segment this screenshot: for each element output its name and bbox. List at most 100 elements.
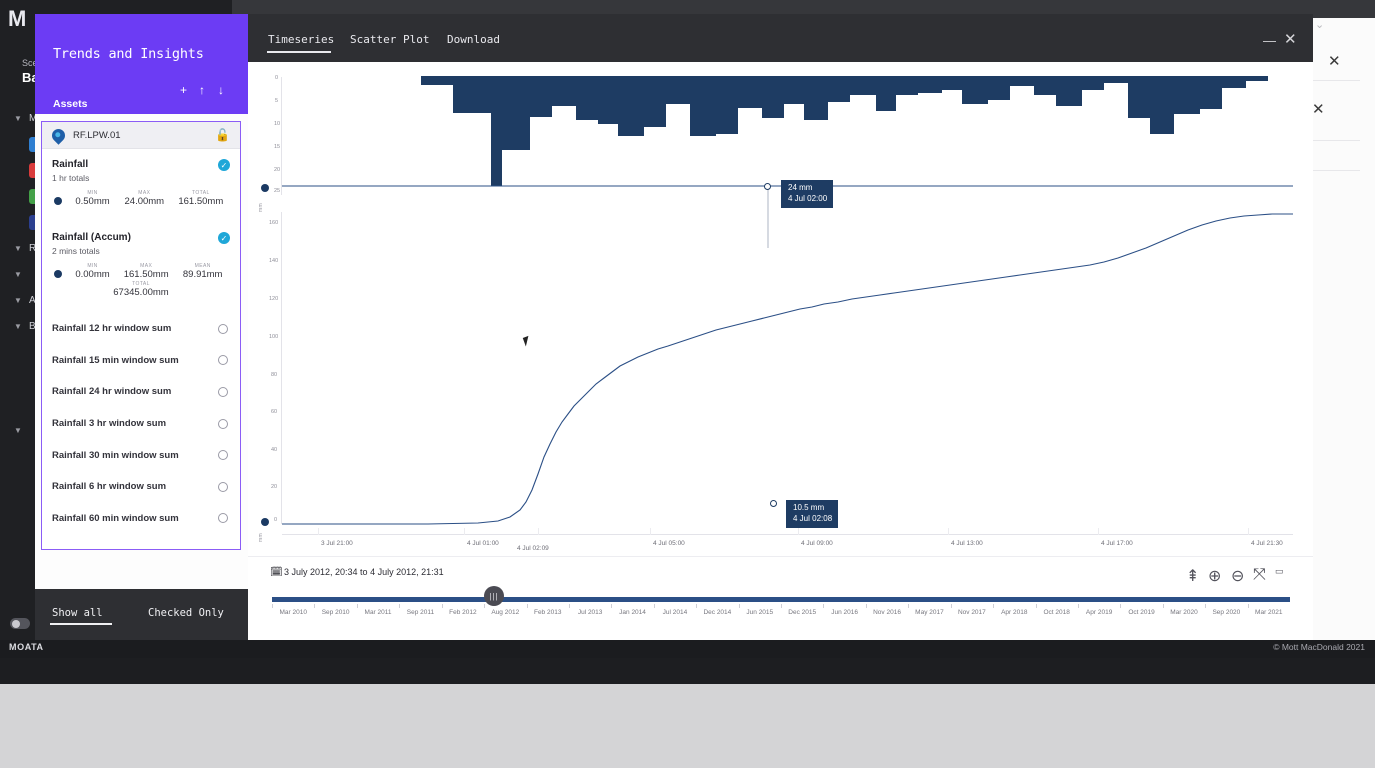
- stat-total: TOTAL 67345.00mm: [113, 281, 169, 298]
- timeline-label: May 2017: [915, 609, 944, 616]
- channel-rainfall-accum[interactable]: Rainfall (Accum) 2 mins totals ✓ MIN 0.0…: [42, 209, 240, 300]
- add-asset-button[interactable]: +: [180, 84, 187, 96]
- channel-stats: MIN 0.00mm MAX 161.50mm MEAN 89.91mm: [52, 263, 230, 280]
- unchecked-radio-icon[interactable]: [218, 450, 228, 461]
- series-color-dot: [54, 270, 62, 278]
- channel-subtitle: 2 mins totals: [52, 246, 100, 256]
- tab-timeseries[interactable]: Timeseries: [268, 33, 334, 46]
- timeline-label: Oct 2018: [1043, 609, 1070, 616]
- move-down-button[interactable]: ↓: [218, 84, 224, 96]
- pin-icon[interactable]: ⇞: [1186, 566, 1199, 586]
- show-all-button[interactable]: Show all: [52, 607, 103, 619]
- timeline-tick: [696, 604, 698, 608]
- x-grid-tick: [318, 528, 319, 535]
- zoom-in-icon[interactable]: ⊕: [1208, 566, 1221, 586]
- background-close-icon-2[interactable]: ✕: [1312, 100, 1325, 118]
- unchecked-channel-label: Rainfall 12 hr window sum: [52, 323, 172, 335]
- date-range-label[interactable]: 3 July 2012, 20:34 to 4 July 2012, 21:31: [284, 567, 444, 577]
- chevron-down-icon: ▼: [14, 425, 22, 435]
- minimize-button[interactable]: —: [1263, 33, 1276, 48]
- accum-tooltip-time: 4 Jul 02:08: [793, 513, 833, 523]
- rainfall-bars: [421, 76, 1268, 186]
- timeline-tick: [1077, 604, 1079, 608]
- unchecked-channel-item[interactable]: Rainfall 30 min window sum: [42, 439, 240, 471]
- channel-subtitle: 1 hr totals: [52, 173, 90, 183]
- stat-min: MIN 0.50mm: [75, 190, 110, 207]
- x-grid-tick: [1248, 528, 1249, 535]
- assets-label: Assets: [53, 98, 88, 110]
- move-up-button[interactable]: ↑: [199, 84, 205, 96]
- unchecked-channel-item[interactable]: Rainfall 3 hr window sum: [42, 408, 240, 440]
- channel-checked-icon[interactable]: ✓: [218, 159, 230, 171]
- unchecked-radio-icon[interactable]: [218, 355, 228, 366]
- video-call-strip: S NT ☃ PM VC Graigan Panosot Nisanee Cha…: [0, 684, 1375, 768]
- timeline-tick: [1247, 604, 1249, 608]
- timeline-scrubber-track[interactable]: [272, 597, 1290, 602]
- timeline-label: Mar 2020: [1170, 609, 1198, 616]
- unchecked-channel-item[interactable]: Rainfall 24 hr window sum: [42, 376, 240, 408]
- timeline-tick: [441, 604, 443, 608]
- channel-title: Rainfall (Accum): [52, 232, 131, 243]
- stat-max: MAX 161.50mm: [123, 263, 169, 280]
- chevron-down-icon: ▼: [14, 295, 22, 305]
- unchecked-channel-label: Rainfall 60 min window sum: [52, 512, 179, 524]
- tab-scatter-plot[interactable]: Scatter Plot: [350, 33, 429, 46]
- bottom-tooltip-point: [770, 500, 777, 507]
- timeline-label: Apr 2018: [1001, 609, 1028, 616]
- timeline-label: Nov 2016: [873, 609, 901, 616]
- series-color-dot: [54, 197, 62, 205]
- unchecked-channel-label: Rainfall 30 min window sum: [52, 449, 179, 461]
- timeline-tick: [781, 604, 782, 608]
- chart-plot-area: [282, 76, 1293, 525]
- timeline-label: Sep 2010: [321, 609, 350, 616]
- stat-mean: MEAN 89.91mm: [182, 263, 223, 280]
- unchecked-radio-icon[interactable]: [218, 418, 228, 429]
- chart-panel: mm 0 5 10 15 20 25 mm 0 20 40 60 80 100 …: [248, 62, 1313, 556]
- timeline-label: Jun 2015: [746, 609, 774, 616]
- rainfall-tooltip: 24 mm 4 Jul 02:00: [781, 180, 834, 209]
- x-axis-tick: 4 Jul 05:00: [653, 540, 685, 547]
- asset-name: RF.LPW.01: [73, 129, 121, 141]
- zoom-out-icon[interactable]: ⊖: [1231, 566, 1244, 586]
- asset-card-header[interactable]: RF.LPW.01 🔓: [42, 122, 240, 149]
- unchecked-channel-item[interactable]: Rainfall 60 min window sum: [42, 503, 240, 535]
- close-button[interactable]: ✕: [1284, 30, 1297, 48]
- assets-sidebar: Trends and Insights Assets RF.LPW.01 🔓 R…: [35, 14, 248, 640]
- tab-download[interactable]: Download: [447, 33, 500, 46]
- timeline-tick: [993, 604, 995, 608]
- x-axis-tick-highlight: 4 Jul 02:09: [517, 545, 549, 552]
- checked-only-button[interactable]: Checked Only: [148, 607, 224, 619]
- timeline-tick: [1162, 604, 1164, 608]
- channel-checked-icon[interactable]: ✓: [218, 232, 230, 244]
- x-grid-tick: [948, 528, 949, 535]
- timeline-scrubber-handle[interactable]: |||: [484, 586, 504, 606]
- x-axis-tick: 4 Jul 13:00: [951, 540, 983, 547]
- channel-rainfall[interactable]: Rainfall 1 hr totals ✓ MIN 0.50mm MAX 24…: [42, 149, 240, 209]
- unchecked-radio-icon[interactable]: [218, 386, 228, 397]
- unlock-icon[interactable]: 🔓: [215, 128, 230, 142]
- timeline-label: Aug 2012: [491, 609, 520, 616]
- unchecked-radio-icon[interactable]: [218, 323, 228, 334]
- background-expand-chevron-icon[interactable]: ⌄: [1315, 18, 1324, 31]
- timeline-tick: [1120, 604, 1122, 608]
- timeline-label: Jan 2014: [619, 609, 646, 616]
- eraser-icon[interactable]: ▭: [1275, 566, 1284, 577]
- unchecked-channel-item[interactable]: Rainfall 15 min window sum: [42, 345, 240, 377]
- unchecked-channel-item[interactable]: Rainfall 6 hr window sum: [42, 471, 240, 503]
- x-axis-tick: 4 Jul 21:30: [1251, 540, 1283, 547]
- timeline-tick: [484, 604, 486, 608]
- copyright-label: © Mott MacDonald 2021: [1273, 642, 1365, 652]
- timeline-label: Apr 2019: [1085, 609, 1113, 616]
- unchecked-radio-icon[interactable]: [218, 481, 228, 492]
- accum-tooltip: 10.5 mm 4 Jul 02:08: [786, 500, 839, 529]
- windows-taskbar: ⚲ Type here to search ◫ ^ ☁ 🎤 ▯ 🔊 ✎ ENG …: [0, 658, 1375, 684]
- chevron-down-icon: ▼: [14, 113, 22, 123]
- unchecked-channel-item[interactable]: Rainfall 12 hr window sum: [42, 313, 240, 345]
- timeline-label: Nov 2017: [957, 609, 986, 616]
- fit-screen-icon[interactable]: ⤧: [1253, 566, 1266, 584]
- background-close-icon-1[interactable]: ✕: [1328, 52, 1341, 70]
- tab-active-underline: [267, 51, 331, 53]
- unchecked-radio-icon[interactable]: [218, 513, 228, 524]
- background-toggle-switch[interactable]: [10, 618, 30, 629]
- chevron-down-icon: ▼: [14, 269, 22, 279]
